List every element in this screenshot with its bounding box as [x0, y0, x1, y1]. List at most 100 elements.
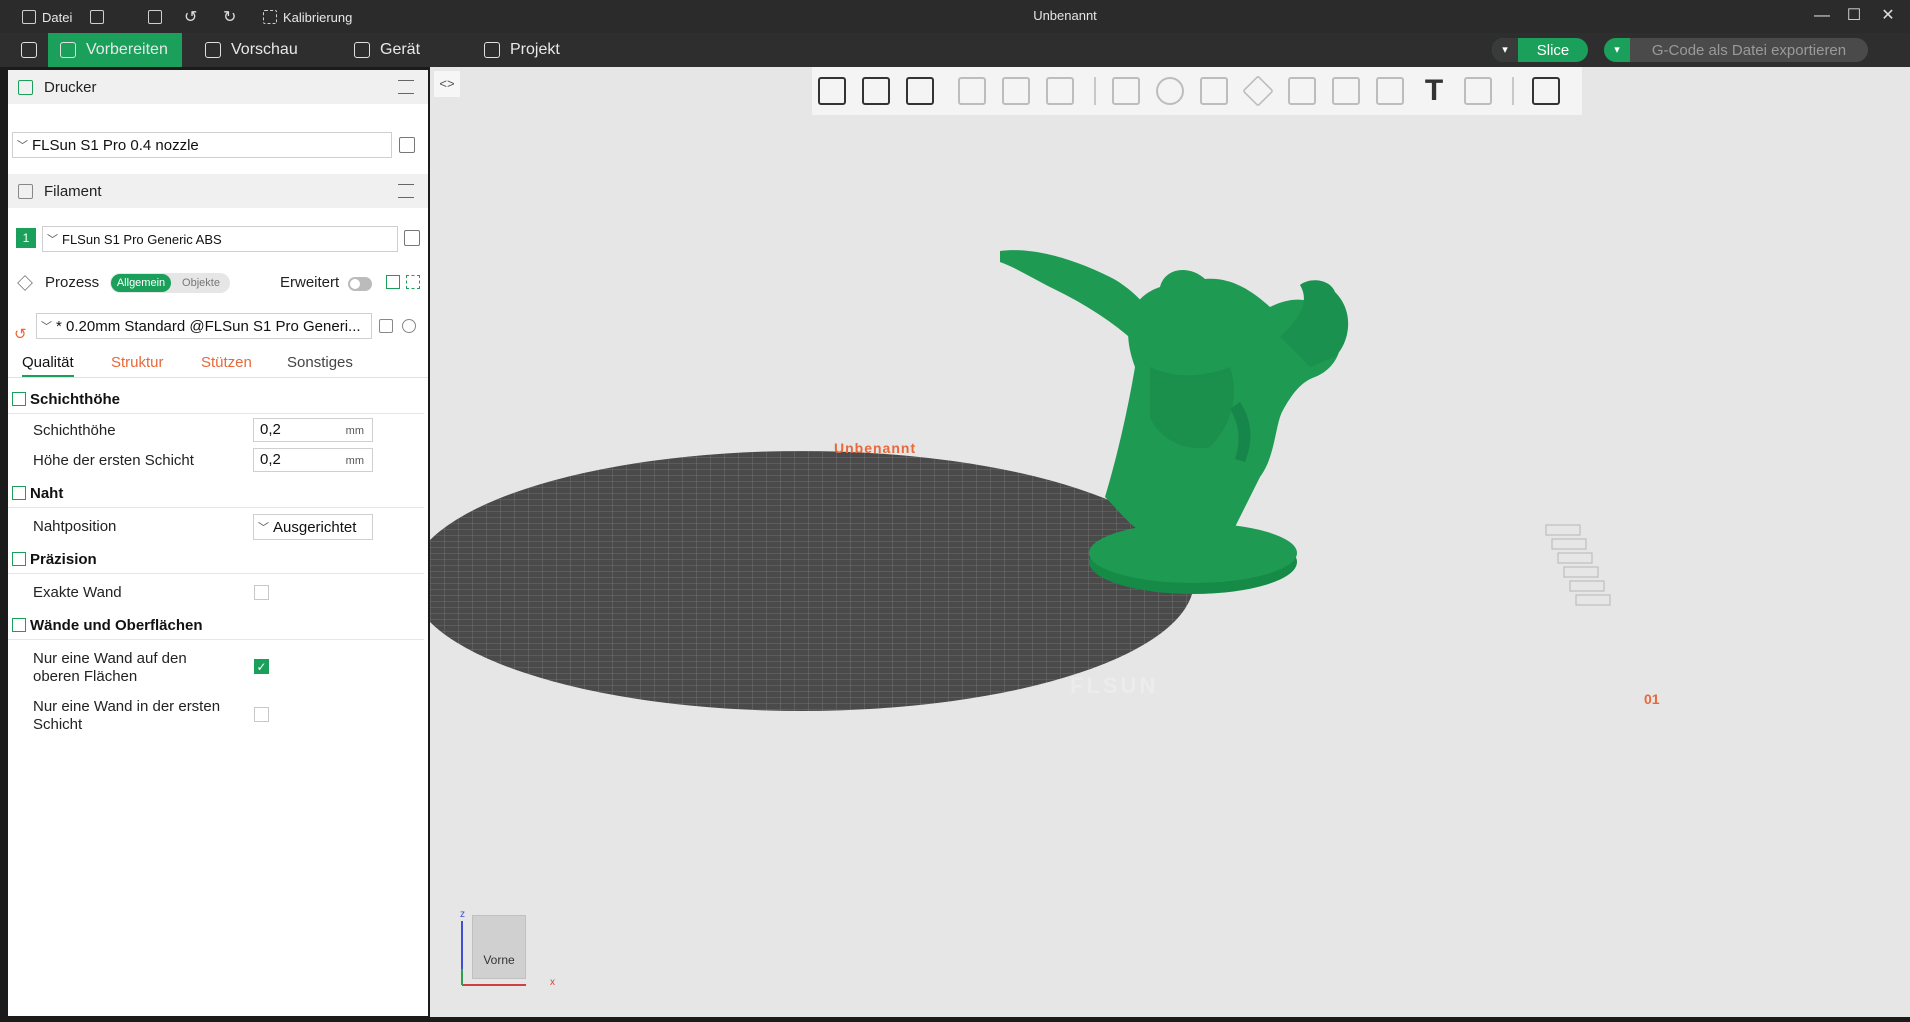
layer-height-group: Schichthöhe [8, 388, 428, 414]
close-button[interactable]: ✕ [1878, 6, 1898, 26]
maximize-button[interactable]: ☐ [1844, 6, 1864, 26]
first-layer-height-input[interactable]: 0,2 mm [253, 448, 373, 472]
process-list-icon[interactable] [386, 275, 400, 289]
minimize-button[interactable]: — [1812, 6, 1832, 26]
settings-panel: Drucker ﹀ FLSun S1 Pro 0.4 nozzle Filame… [8, 70, 428, 1016]
exact-wall-checkbox[interactable] [254, 585, 269, 600]
walls-icon [12, 618, 26, 632]
one-wall-top-label-line2: oberen Flächen [33, 668, 138, 685]
chevron-down-icon: ﹀ [47, 234, 58, 246]
printer-select[interactable]: ﹀ FLSun S1 Pro 0.4 nozzle [12, 132, 392, 158]
first-layer-height-value: 0,2 [260, 451, 281, 468]
tab-project[interactable]: Projekt [484, 33, 560, 67]
save-preset-icon[interactable] [379, 319, 393, 333]
device-icon [354, 42, 370, 58]
filament-edit-icon[interactable] [404, 230, 420, 246]
layer-height-icon [12, 392, 26, 406]
precision-group-title: Präzision [30, 550, 97, 568]
seam-position-select[interactable]: ﹀ Ausgerichtet [253, 514, 373, 540]
toggle-objects[interactable]: Objekte [174, 274, 228, 292]
process-preset-value: * 0.20mm Standard @FLSun S1 Pro Generi..… [56, 317, 361, 335]
one-wall-first-label-line1: Nur eine Wand in der ersten [33, 698, 221, 715]
printer-select-value: FLSun S1 Pro 0.4 nozzle [32, 136, 199, 154]
process-mode-toggle: Allgemein Objekte [110, 273, 230, 293]
one-wall-first-label-line2: Schicht [33, 716, 83, 733]
tab-preview[interactable]: Vorschau [205, 33, 298, 67]
printer-settings-icon[interactable] [398, 80, 414, 94]
export-gcode-button[interactable]: G-Code als Datei exportieren [1630, 42, 1868, 59]
chevron-down-icon: ﹀ [258, 522, 269, 534]
project-icon [484, 42, 500, 58]
seam-icon [12, 486, 26, 500]
slice-dropdown-button[interactable]: ▾ [1492, 38, 1518, 62]
slice-button[interactable]: Slice [1518, 42, 1588, 59]
one-wall-top-checkbox[interactable]: ✓ [254, 659, 269, 674]
3d-viewport[interactable]: <> T Unbenannt FLSUN 01 Vorne z x [430, 67, 1910, 1017]
export-dropdown-button[interactable]: ▾ [1604, 38, 1630, 62]
window-title: Unbenannt [1033, 8, 1097, 23]
view-cube[interactable]: Vorne z x [460, 909, 555, 988]
first-layer-height-label: Höhe der ersten Schicht [33, 452, 194, 469]
search-icon[interactable] [402, 319, 416, 333]
tab-other[interactable]: Sonstiges [287, 354, 353, 371]
walls-surfaces-group: Wände und Oberflächen [8, 614, 428, 640]
build-plate [430, 451, 1194, 711]
tab-device[interactable]: Gerät [354, 33, 420, 67]
axis-x-label: x [550, 977, 555, 988]
home-icon [21, 42, 37, 58]
divider [8, 413, 424, 414]
home-button[interactable] [14, 33, 44, 67]
process-preset-select[interactable]: ﹀ * 0.20mm Standard @FLSun S1 Pro Generi… [36, 313, 372, 339]
advanced-label: Erweitert [280, 274, 340, 291]
precision-group: Präzision [8, 548, 428, 574]
one-wall-top-label-line1: Nur eine Wand auf den [33, 650, 187, 667]
layer-height-label: Schichthöhe [33, 422, 116, 439]
chevron-down-icon: ﹀ [17, 140, 28, 152]
axis-gizmo [461, 921, 526, 986]
layer-height-group-title: Schichthöhe [30, 390, 121, 408]
filament-slot-badge[interactable]: 1 [16, 228, 36, 248]
toggle-general[interactable]: Allgemein [111, 274, 171, 292]
divider [8, 507, 424, 508]
close-icon: ✕ [1881, 7, 1895, 24]
tab-prepare[interactable]: Vorbereiten [48, 33, 182, 67]
tab-device-label: Gerät [380, 41, 421, 58]
filament-select-value: FLSun S1 Pro Generic ABS [62, 231, 222, 247]
filament-settings-icon[interactable] [398, 184, 414, 198]
filament-section-title: Filament [44, 182, 102, 200]
tab-preview-label: Vorschau [231, 41, 298, 58]
precision-icon [12, 552, 26, 566]
chevron-down-icon: ﹀ [41, 321, 52, 333]
filament-icon [18, 183, 33, 199]
layer-height-input[interactable]: 0,2 mm [253, 418, 373, 442]
advanced-switch[interactable] [348, 277, 372, 291]
printer-edit-icon[interactable] [399, 137, 415, 153]
plate-name-label[interactable]: Unbenannt [834, 440, 916, 456]
plate-brand-logo: FLSUN [1070, 673, 1159, 698]
filament-select[interactable]: ﹀ FLSun S1 Pro Generic ABS [42, 226, 398, 252]
first-layer-height-unit: mm [345, 455, 364, 467]
process-compare-icon[interactable] [406, 275, 420, 289]
tab-quality[interactable]: Qualität [22, 354, 74, 377]
tab-project-label: Projekt [510, 41, 560, 58]
tab-supports[interactable]: Stützen [201, 354, 252, 371]
layer-height-unit: mm [345, 425, 364, 437]
reset-icon[interactable]: ↺ [14, 325, 27, 343]
seam-group: Naht [8, 482, 428, 508]
one-wall-first-checkbox[interactable] [254, 707, 269, 722]
printer-icon [18, 79, 33, 95]
export-button-group: ▾ G-Code als Datei exportieren [1604, 38, 1868, 62]
cube-icon [60, 42, 76, 58]
tab-prepare-label: Vorbereiten [86, 41, 168, 58]
model-left-arm[interactable] [1000, 250, 1160, 347]
tab-structure[interactable]: Struktur [111, 354, 164, 371]
plate-tool-icons[interactable] [1545, 524, 1611, 606]
plate-number-label[interactable]: 01 [1644, 691, 1660, 707]
exact-wall-label: Exakte Wand [33, 584, 122, 601]
settings-subtabs: Qualität Struktur Stützen Sonstiges [8, 348, 428, 378]
slice-button-group: ▾ Slice [1492, 38, 1588, 62]
title-bar: Datei ↺ ↻ Kalibrierung Unbenannt — ☐ ✕ [0, 0, 1910, 33]
process-section-header: Prozess Allgemein Objekte Erweitert [8, 266, 428, 300]
layer-height-value: 0,2 [260, 421, 281, 438]
process-icon [17, 275, 33, 291]
